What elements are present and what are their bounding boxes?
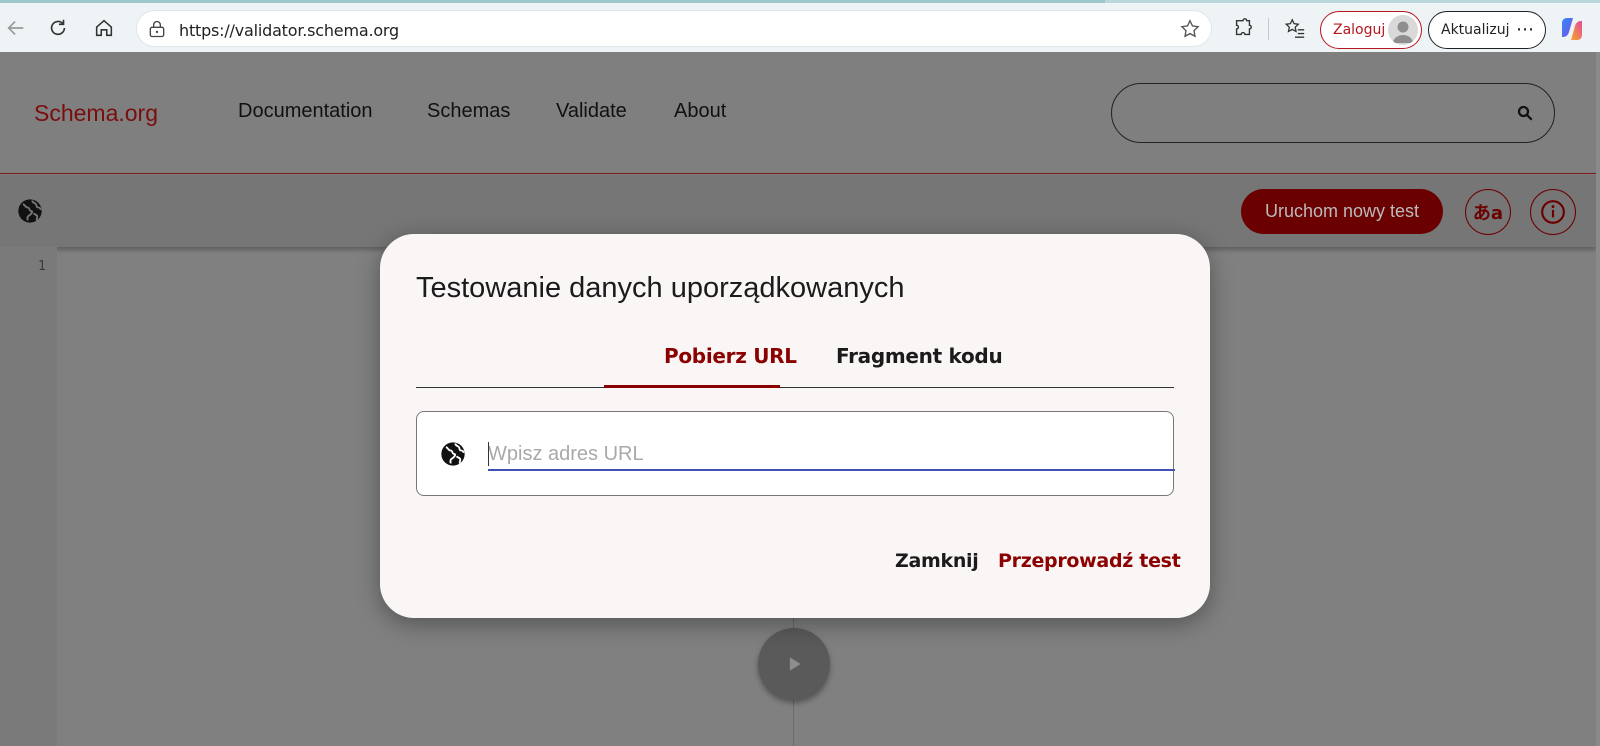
play-icon <box>789 657 801 671</box>
dialog-tabs: Pobierz URL Fragment kodu <box>416 330 1174 388</box>
favorites-list-icon[interactable] <box>1280 13 1310 43</box>
code-line-gutter: 1 <box>0 247 57 746</box>
test-dialog: Testowanie danych uporządkowanych Pobier… <box>380 234 1210 618</box>
nav-about[interactable]: About <box>674 100 726 123</box>
avatar <box>1388 15 1418 45</box>
globe-icon <box>439 440 467 473</box>
nav-documentation[interactable]: Documentation <box>238 100 373 123</box>
search-icon[interactable] <box>1516 104 1534 127</box>
toolbar-separator <box>1268 18 1269 40</box>
line-number: 1 <box>38 259 46 274</box>
page-scrollbar[interactable] <box>1596 52 1600 746</box>
language-icon: あa <box>1472 203 1504 224</box>
browser-toolbar: https://validator.schema.org Zaloguj Akt… <box>0 0 1600 52</box>
nav-validate[interactable]: Validate <box>556 100 627 123</box>
run-test-button[interactable]: Przeprowadź test <box>998 550 1181 572</box>
site-search-input[interactable] <box>1111 83 1555 143</box>
tab-fetch-url[interactable]: Pobierz URL <box>664 344 797 368</box>
login-label: Zaloguj <box>1333 22 1386 38</box>
globe-icon[interactable] <box>16 197 44 230</box>
home-icon[interactable] <box>88 12 120 44</box>
nav-schemas[interactable]: Schemas <box>427 100 510 123</box>
login-button[interactable]: Zaloguj <box>1320 11 1422 49</box>
update-browser-button[interactable]: Aktualizuj ⋯ <box>1428 11 1546 49</box>
extensions-puzzle-icon[interactable] <box>1228 13 1258 43</box>
address-bar[interactable]: https://validator.schema.org <box>136 10 1212 47</box>
lock-icon[interactable] <box>147 19 167 44</box>
close-button[interactable]: Zamknij <box>895 550 979 572</box>
address-url[interactable]: https://validator.schema.org <box>179 21 399 40</box>
back-icon[interactable] <box>0 12 32 44</box>
favorite-star-icon[interactable] <box>1179 18 1201 45</box>
more-options-icon[interactable]: ⋯ <box>1516 19 1535 40</box>
active-tab-indicator <box>604 385 780 388</box>
url-field-container <box>416 411 1175 496</box>
info-button[interactable] <box>1530 189 1576 235</box>
language-button[interactable]: あa <box>1465 189 1511 235</box>
text-cursor <box>488 442 489 466</box>
run-new-test-button[interactable]: Uruchom nowy test <box>1241 189 1443 234</box>
update-label: Aktualizuj <box>1441 22 1510 38</box>
site-header: Schema.org Documentation Schemas Validat… <box>0 52 1596 174</box>
page-load-progress <box>0 0 1105 3</box>
info-icon <box>1541 200 1565 224</box>
reload-icon[interactable] <box>42 12 74 44</box>
url-input[interactable] <box>488 439 1175 471</box>
copilot-icon[interactable] <box>1558 15 1586 43</box>
site-brand-link[interactable]: Schema.org <box>34 100 158 127</box>
run-play-button[interactable] <box>758 628 830 700</box>
dialog-title: Testowanie danych uporządkowanych <box>416 272 905 304</box>
tab-code-snippet[interactable]: Fragment kodu <box>836 344 1003 368</box>
